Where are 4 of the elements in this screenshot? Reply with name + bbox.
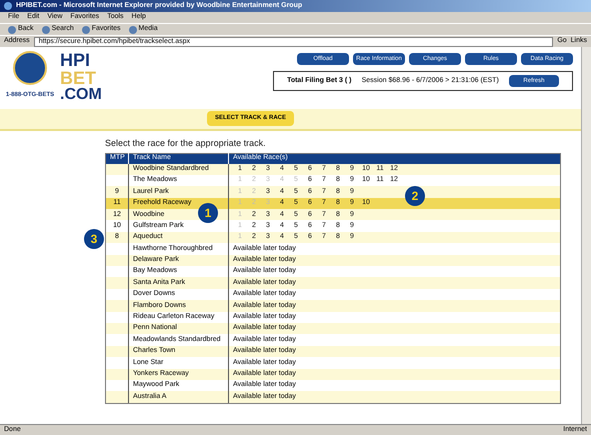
logo-text: BET xyxy=(60,69,96,87)
logo-text: HPI xyxy=(60,51,92,69)
instruction-heading: Select the race for the appropriate track. xyxy=(105,137,267,150)
logo-text: .COM xyxy=(60,87,102,103)
